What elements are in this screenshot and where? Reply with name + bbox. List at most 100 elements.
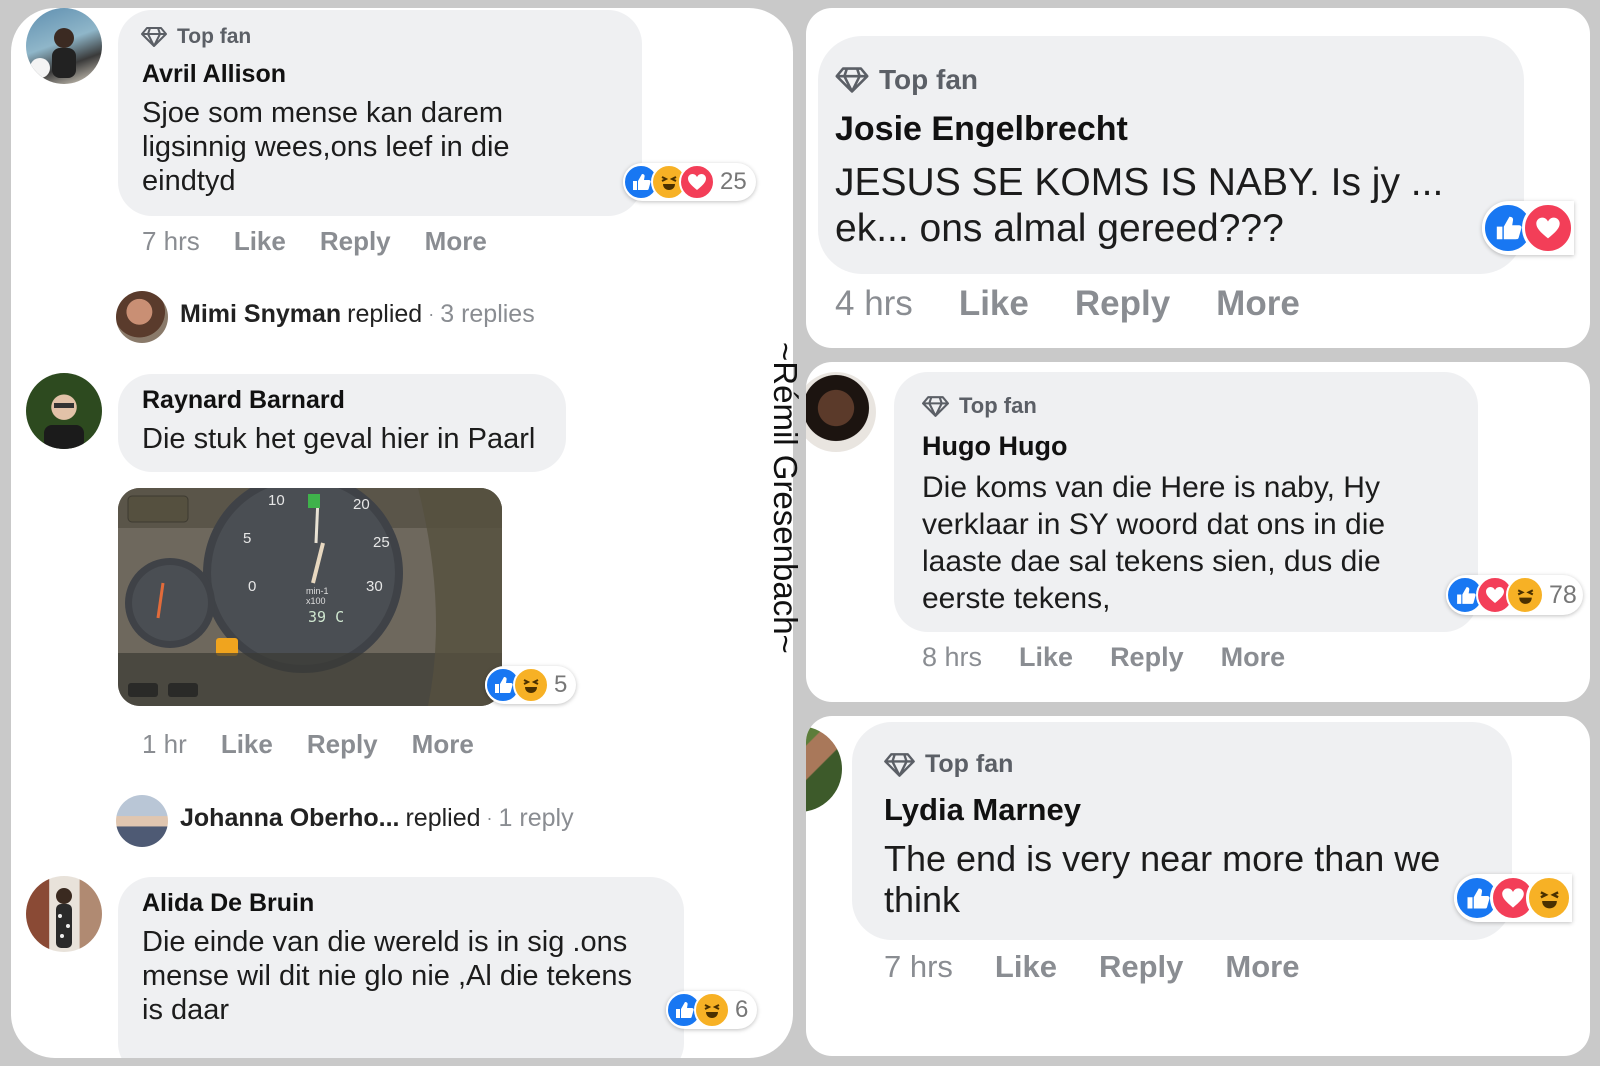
avatar-alida-de-bruin[interactable] (26, 876, 102, 952)
comment-text: Die koms van die Here is naby, Hy verkla… (922, 470, 1385, 618)
avatar-image (44, 403, 84, 449)
diamond-icon (141, 27, 167, 47)
top-fan-label: Top fan (925, 750, 1014, 778)
laughing-face-icon (513, 667, 549, 703)
replier-name: Johanna Oberho... (180, 804, 400, 832)
commenter-name[interactable]: Alida De Bruin (142, 889, 314, 918)
like-button[interactable]: Like (1019, 642, 1073, 673)
reply-count: 3 replies (440, 300, 535, 328)
more-button[interactable]: More (425, 226, 487, 257)
like-button[interactable]: Like (995, 949, 1057, 985)
comment-time[interactable]: 1 hr (142, 729, 187, 760)
comment-line: think (884, 879, 961, 921)
comment-line: Die einde van die wereld is in sig .ons (142, 926, 628, 958)
more-button[interactable]: More (1221, 642, 1286, 673)
comment-line: ligsinnig wees,ons leef in die (142, 130, 510, 163)
more-button[interactable]: More (1216, 284, 1300, 324)
reply-button[interactable]: Reply (1110, 642, 1184, 673)
view-replies-link[interactable]: Mimi Snyman replied · 3 replies (180, 300, 535, 329)
separator-dot: · (428, 304, 435, 324)
diamond-icon (884, 752, 915, 777)
reaction-count: 78 (1549, 580, 1577, 609)
comment-line: verklaar in SY woord dat ons in die (922, 507, 1386, 541)
comment-text: Sjoe som mense kan darem ligsinnig wees,… (142, 97, 510, 199)
comment-text: Die einde van die wereld is in sig .ons … (142, 926, 632, 1028)
reply-count: 1 reply (498, 804, 574, 832)
separator-dot: · (486, 808, 493, 828)
heart-icon (1522, 202, 1574, 254)
avatar-lydia-marney[interactable] (806, 726, 842, 812)
commenter-name[interactable]: Lydia Marney (884, 792, 1081, 828)
comment-line: eindtyd (142, 164, 236, 197)
view-replies-link[interactable]: Johanna Oberho... replied · 1 reply (180, 804, 574, 833)
comment-text: The end is very near more than we think (884, 838, 1440, 921)
avatar-johanna-oberholzer[interactable] (116, 795, 168, 847)
right-screenshot-panel-1: Top fan Josie Engelbrecht JESUS SE KOMS … (806, 8, 1590, 348)
comment-line: eerste tekens, (922, 581, 1111, 615)
avatar-image (56, 888, 72, 948)
gauge-tick-label: 30 (366, 578, 383, 595)
top-fan-label: Top fan (959, 393, 1037, 418)
avatar-mimi-snyman[interactable] (116, 291, 168, 343)
top-fan-badge: Top fan (884, 750, 1013, 779)
avatar-hugo-hugo[interactable] (806, 372, 876, 452)
comment-actions: 4 hrs Like Reply More (835, 284, 1300, 324)
reaction-summary[interactable] (1454, 874, 1572, 922)
comment-time[interactable]: 7 hrs (884, 949, 953, 985)
avatar-avril-allison[interactable] (26, 8, 102, 84)
like-button[interactable]: Like (959, 284, 1029, 324)
comment-time[interactable]: 8 hrs (922, 642, 982, 673)
reply-button[interactable]: Reply (1075, 284, 1170, 324)
comment-line: mense wil dit nie glo nie ,Al die tekens (142, 959, 633, 992)
reaction-summary[interactable]: 78 (1446, 575, 1583, 615)
right-screenshot-panel-3: Top fan Lydia Marney The end is very nea… (806, 716, 1590, 1056)
attached-photo-gauge[interactable]: 10 20 5 25 0 30 min-1 x100 39 C (118, 488, 502, 706)
more-button[interactable]: More (1225, 949, 1299, 985)
comment-line: laaste dae sal tekens sien, dus die (922, 544, 1381, 578)
gauge-readout: 39 C (308, 608, 345, 626)
comment-line: Sjoe som mense kan darem (142, 97, 504, 129)
top-fan-badge: Top fan (835, 64, 978, 96)
reaction-count: 6 (735, 996, 749, 1023)
watermark: ~Rémil Gresenbach~ (766, 340, 804, 700)
diamond-icon (922, 395, 949, 417)
reaction-summary[interactable]: 25 (623, 163, 756, 201)
avatar-image (30, 28, 76, 78)
commenter-name[interactable]: Raynard Barnard (142, 386, 345, 415)
reply-button[interactable]: Reply (1099, 949, 1183, 985)
reaction-summary[interactable] (1482, 201, 1574, 255)
gauge-tick-label: 5 (243, 530, 252, 547)
comment-time[interactable]: 7 hrs (142, 226, 200, 257)
avatar-raynard-barnard[interactable] (26, 373, 102, 449)
diamond-icon (835, 67, 869, 93)
like-button[interactable]: Like (234, 226, 286, 257)
watermark-text: ~Rémil Gresenbach~ (767, 342, 804, 654)
commenter-name[interactable]: Avril Allison (142, 60, 286, 89)
top-fan-badge: Top fan (141, 25, 251, 49)
reply-button[interactable]: Reply (320, 226, 391, 257)
reply-button[interactable]: Reply (307, 729, 378, 760)
comment-actions: 8 hrs Like Reply More (922, 642, 1285, 673)
comment-text: Die stuk het geval hier in Paarl (142, 423, 536, 455)
comment-text: JESUS SE KOMS IS NABY. Is jy ... ek... o… (835, 160, 1443, 252)
comment-line: Die koms van die Here is naby, Hy (922, 471, 1380, 504)
top-fan-label: Top fan (879, 64, 979, 95)
replier-name: Mimi Snyman (180, 300, 342, 328)
more-button[interactable]: More (412, 729, 474, 760)
gauge-tick-label: 25 (373, 534, 390, 551)
comment-actions: 7 hrs Like Reply More (142, 226, 487, 257)
comment-line: ek... ons almal gereed??? (835, 207, 1284, 251)
reaction-count: 25 (720, 168, 747, 195)
heart-icon (679, 164, 715, 200)
comment-line: The end is very near more than we (884, 838, 1441, 879)
comment-time[interactable]: 4 hrs (835, 284, 913, 324)
commenter-name[interactable]: Hugo Hugo (922, 431, 1067, 462)
watermark-label: ~Rémil Gresenbach~ (767, 342, 800, 654)
reaction-summary[interactable]: 6 (666, 991, 758, 1029)
reaction-count: 5 (554, 671, 568, 698)
commenter-name[interactable]: Josie Engelbrecht (835, 110, 1128, 149)
replied-label: replied (347, 300, 423, 328)
like-button[interactable]: Like (221, 729, 273, 760)
reaction-summary[interactable]: 5 (485, 666, 577, 704)
laughing-face-icon (694, 992, 730, 1028)
